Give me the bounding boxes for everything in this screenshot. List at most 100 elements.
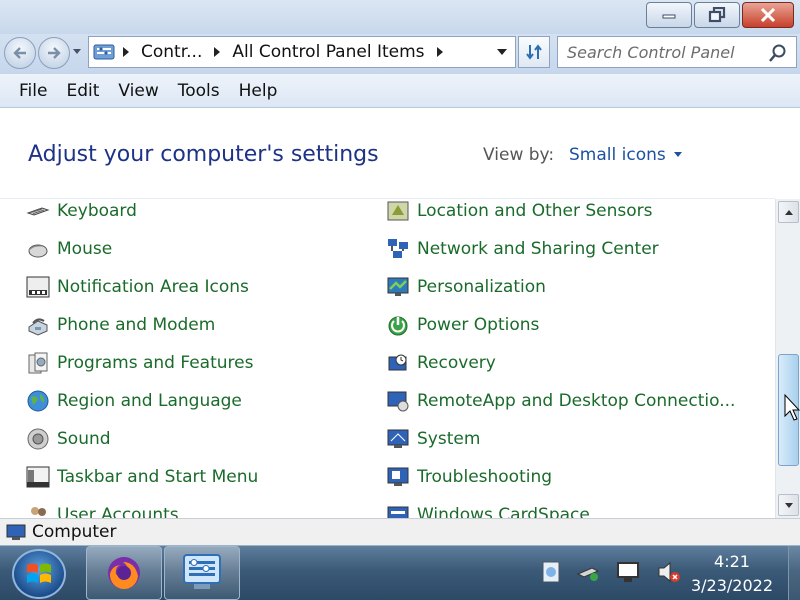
system-icon xyxy=(387,429,409,448)
list-item-keyboard[interactable]: Keyboard xyxy=(26,199,137,223)
dropdown-arrow-icon[interactable] xyxy=(673,151,682,157)
list-item-taskbar-start-menu[interactable]: Taskbar and Start Menu xyxy=(26,465,258,489)
address-dropdown-button[interactable] xyxy=(489,37,515,67)
control-panel-icon xyxy=(93,44,115,60)
notification-area-icon xyxy=(26,276,50,298)
breadcrumb-all-items[interactable]: All Control Panel Items xyxy=(228,42,428,62)
mouse-icon xyxy=(28,244,48,258)
breadcrumb-arrow-icon[interactable] xyxy=(123,47,129,57)
window-controls xyxy=(646,2,794,28)
menu-help[interactable]: Help xyxy=(232,81,285,101)
sensor-icon xyxy=(387,201,409,221)
power-icon xyxy=(388,316,408,336)
items-grid: Keyboard Mouse Notification Area Icons P… xyxy=(0,199,775,518)
list-item-personalization[interactable]: Personalization xyxy=(386,275,546,299)
users-icon xyxy=(31,507,46,516)
list-item-sound[interactable]: Sound xyxy=(26,427,111,451)
status-label: Computer xyxy=(32,522,117,542)
search-icon[interactable] xyxy=(768,43,788,63)
list-item-notification-area[interactable]: Notification Area Icons xyxy=(26,275,249,299)
forward-button[interactable] xyxy=(38,37,70,69)
list-item-location-sensors[interactable]: Location and Other Sensors xyxy=(386,199,653,223)
phone-modem-icon xyxy=(28,318,48,336)
close-icon xyxy=(760,8,776,22)
menu-edit[interactable]: Edit xyxy=(59,81,106,101)
breadcrumb-arrow-icon[interactable] xyxy=(214,47,221,57)
keyboard-icon xyxy=(26,207,50,216)
speaker-icon xyxy=(27,428,49,450)
close-button[interactable] xyxy=(742,2,794,28)
mouse-pointer-icon xyxy=(784,394,800,421)
restore-icon xyxy=(708,7,726,23)
status-bar: Computer xyxy=(0,518,800,545)
page-title: Adjust your computer's settings xyxy=(28,142,379,167)
back-arrow-icon xyxy=(13,47,26,59)
taskbar-icon xyxy=(26,466,50,488)
minimize-button[interactable] xyxy=(646,2,692,28)
show-desktop-button[interactable] xyxy=(788,546,800,600)
network-status-icon[interactable] xyxy=(616,560,642,584)
breadcrumb-control-panel[interactable]: Contr... xyxy=(137,42,206,62)
chevron-down-icon xyxy=(784,502,793,508)
programs-icon xyxy=(28,352,48,374)
list-item-power-options[interactable]: Power Options xyxy=(386,313,539,337)
personalization-icon xyxy=(387,277,409,296)
volume-muted-icon[interactable] xyxy=(656,560,682,584)
list-item-programs-features[interactable]: Programs and Features xyxy=(26,351,253,375)
list-item-windows-cardspace[interactable]: Windows CardSpace xyxy=(386,503,590,518)
system-tray xyxy=(540,560,682,584)
globe-icon xyxy=(27,390,49,412)
scroll-up-button[interactable] xyxy=(778,201,799,223)
network-icon xyxy=(388,239,408,258)
list-item-remoteapp[interactable]: RemoteApp and Desktop Connectio... xyxy=(386,389,735,413)
menu-tools[interactable]: Tools xyxy=(171,81,227,101)
menu-bar: File Edit View Tools Help xyxy=(0,74,800,108)
refresh-button[interactable] xyxy=(518,36,550,68)
taskbar: 4:21 3/23/2022 xyxy=(0,545,800,600)
menu-view[interactable]: View xyxy=(111,81,165,101)
recovery-icon xyxy=(388,354,407,371)
computer-icon xyxy=(6,524,26,540)
list-item-mouse[interactable]: Mouse xyxy=(26,237,112,261)
control-panel-taskbar-icon xyxy=(183,554,221,589)
view-by-dropdown[interactable]: Small icons xyxy=(569,145,682,165)
content-area: Adjust your computer's settings View by:… xyxy=(0,108,800,518)
back-button[interactable] xyxy=(4,37,36,69)
recent-pages-icon[interactable] xyxy=(72,48,82,56)
list-item-region-language[interactable]: Region and Language xyxy=(26,389,242,413)
windows-logo-icon xyxy=(27,563,51,583)
taskbar-firefox[interactable] xyxy=(86,546,162,600)
list-item-network-sharing[interactable]: Network and Sharing Center xyxy=(386,237,659,261)
clock-time: 4:21 xyxy=(714,552,750,571)
chevron-up-icon xyxy=(784,209,793,215)
taskbar-control-panel[interactable] xyxy=(164,546,240,600)
view-by-value[interactable]: Small icons xyxy=(569,145,666,165)
clock[interactable]: 4:21 3/23/2022 xyxy=(680,550,784,598)
chevron-down-icon xyxy=(497,49,507,55)
address-row: Contr... All Control Panel Items xyxy=(0,34,800,74)
list-item-system[interactable]: System xyxy=(386,427,480,451)
clock-date: 3/23/2022 xyxy=(690,576,774,595)
list-item-troubleshooting[interactable]: Troubleshooting xyxy=(386,465,552,489)
view-by-label: View by: xyxy=(483,145,555,165)
start-button[interactable] xyxy=(12,549,66,599)
safely-remove-hardware-icon[interactable] xyxy=(576,562,602,582)
scroll-down-button[interactable] xyxy=(778,494,799,516)
notification-flag-icon[interactable] xyxy=(540,560,562,584)
restore-button[interactable] xyxy=(694,2,740,28)
list-item-recovery[interactable]: Recovery xyxy=(386,351,496,375)
forward-arrow-icon xyxy=(48,47,61,59)
cardspace-icon xyxy=(387,506,409,518)
search-box[interactable] xyxy=(557,36,797,68)
title-bar xyxy=(0,0,800,34)
firefox-icon xyxy=(108,557,140,590)
search-input[interactable] xyxy=(567,42,767,62)
troubleshooting-icon xyxy=(387,467,409,486)
list-item-user-accounts[interactable]: User Accounts xyxy=(26,503,179,518)
menu-file[interactable]: File xyxy=(12,81,54,101)
vertical-scrollbar[interactable] xyxy=(775,199,800,518)
breadcrumb-arrow-icon[interactable] xyxy=(436,47,443,57)
refresh-icon xyxy=(526,44,542,60)
address-bar[interactable]: Contr... All Control Panel Items xyxy=(88,36,516,68)
list-item-phone-modem[interactable]: Phone and Modem xyxy=(26,313,215,337)
